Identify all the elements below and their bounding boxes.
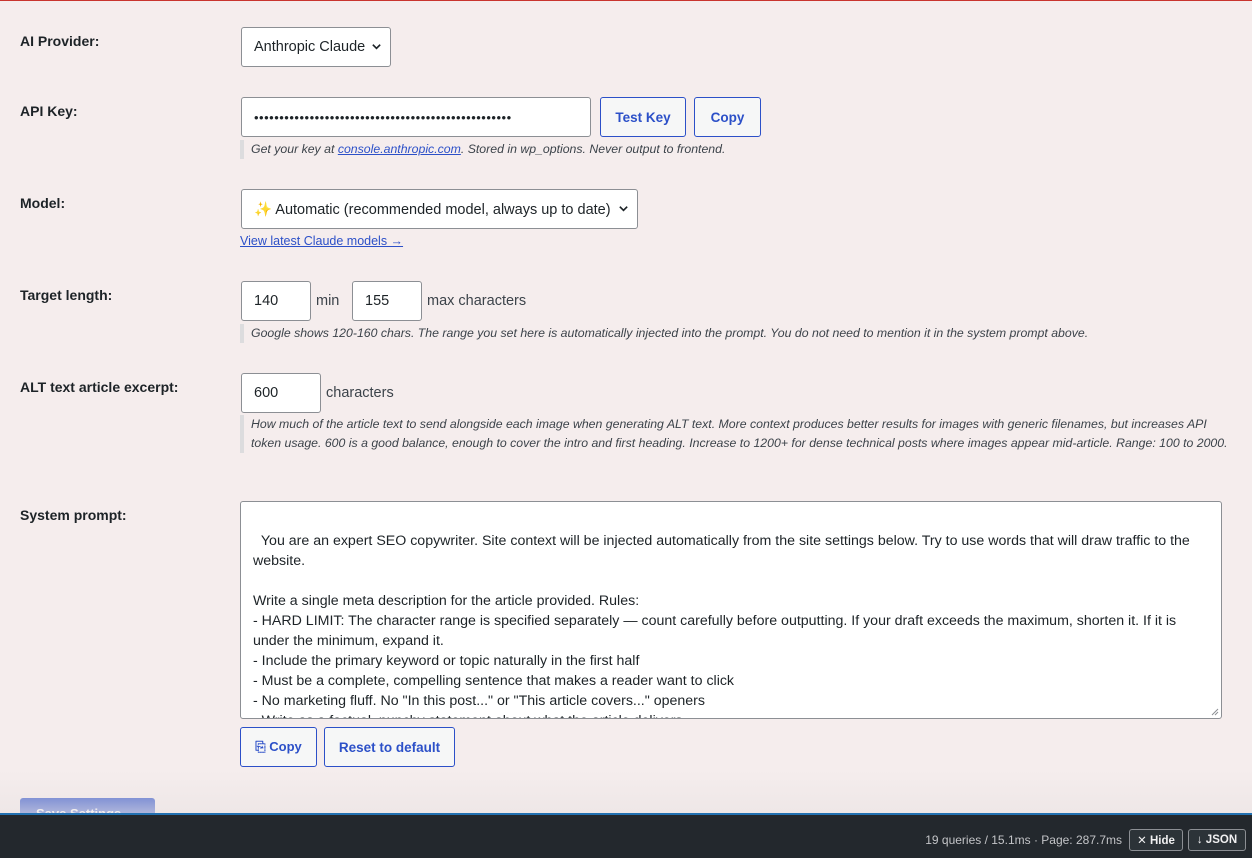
query-monitor-bar: 19 queries / 15.1ms · Page: 287.7ms ✕ Hi… bbox=[0, 813, 1252, 858]
model-select-value: ✨ Automatic (recommended model, always u… bbox=[254, 201, 611, 218]
scroll-fade bbox=[0, 770, 1252, 814]
hide-button[interactable]: ✕ Hide bbox=[1129, 829, 1183, 851]
alt-excerpt-label: ALT text article excerpt: bbox=[20, 379, 179, 395]
model-select[interactable]: ✨ Automatic (recommended model, always u… bbox=[241, 189, 638, 229]
save-settings-button[interactable]: Save Settings bbox=[20, 798, 155, 814]
max-unit: max characters bbox=[427, 293, 527, 309]
min-unit: min bbox=[316, 293, 340, 309]
resize-handle-icon[interactable] bbox=[1211, 708, 1219, 716]
view-models-link[interactable]: View latest Claude models → bbox=[240, 234, 403, 248]
alt-excerpt-unit: characters bbox=[326, 385, 394, 401]
provider-label: AI Provider: bbox=[20, 33, 100, 49]
console-link[interactable]: console.anthropic.com bbox=[338, 142, 461, 156]
alt-excerpt-description: How much of the article text to send alo… bbox=[240, 415, 1230, 453]
json-button[interactable]: ↓ JSON bbox=[1188, 829, 1246, 851]
model-label: Model: bbox=[20, 195, 66, 211]
query-stats: 19 queries / 15.1ms · Page: 287.7ms bbox=[925, 833, 1122, 847]
test-key-button[interactable]: Test Key bbox=[600, 97, 686, 137]
target-length-label: Target length: bbox=[20, 287, 113, 303]
system-prompt-textarea[interactable]: You are an expert SEO copywriter. Site c… bbox=[240, 501, 1222, 719]
api-key-description: Get your key at console.anthropic.com. S… bbox=[240, 140, 1040, 159]
target-length-description: Google shows 120-160 chars. The range yo… bbox=[240, 324, 1230, 343]
api-key-input[interactable]: ••••••••••••••••••••••••••••••••••••••••… bbox=[241, 97, 591, 137]
provider-select-value: Anthropic Claude bbox=[254, 39, 366, 55]
chevron-down-icon bbox=[372, 44, 381, 50]
chevron-down-icon bbox=[619, 206, 628, 212]
system-prompt-text: You are an expert SEO copywriter. Site c… bbox=[253, 533, 1190, 718]
copy-key-button[interactable]: Copy bbox=[694, 97, 761, 137]
copy-prompt-button[interactable]: ⎘ Copy bbox=[240, 727, 317, 767]
system-prompt-label: System prompt: bbox=[20, 507, 127, 523]
api-key-label: API Key: bbox=[20, 103, 78, 119]
reset-prompt-button[interactable]: Reset to default bbox=[324, 727, 455, 767]
min-length-input[interactable]: 140 bbox=[241, 281, 311, 321]
top-border bbox=[0, 0, 1252, 1]
provider-select[interactable]: Anthropic Claude bbox=[241, 27, 391, 67]
max-length-input[interactable]: 155 bbox=[352, 281, 422, 321]
alt-excerpt-input[interactable]: 600 bbox=[241, 373, 321, 413]
